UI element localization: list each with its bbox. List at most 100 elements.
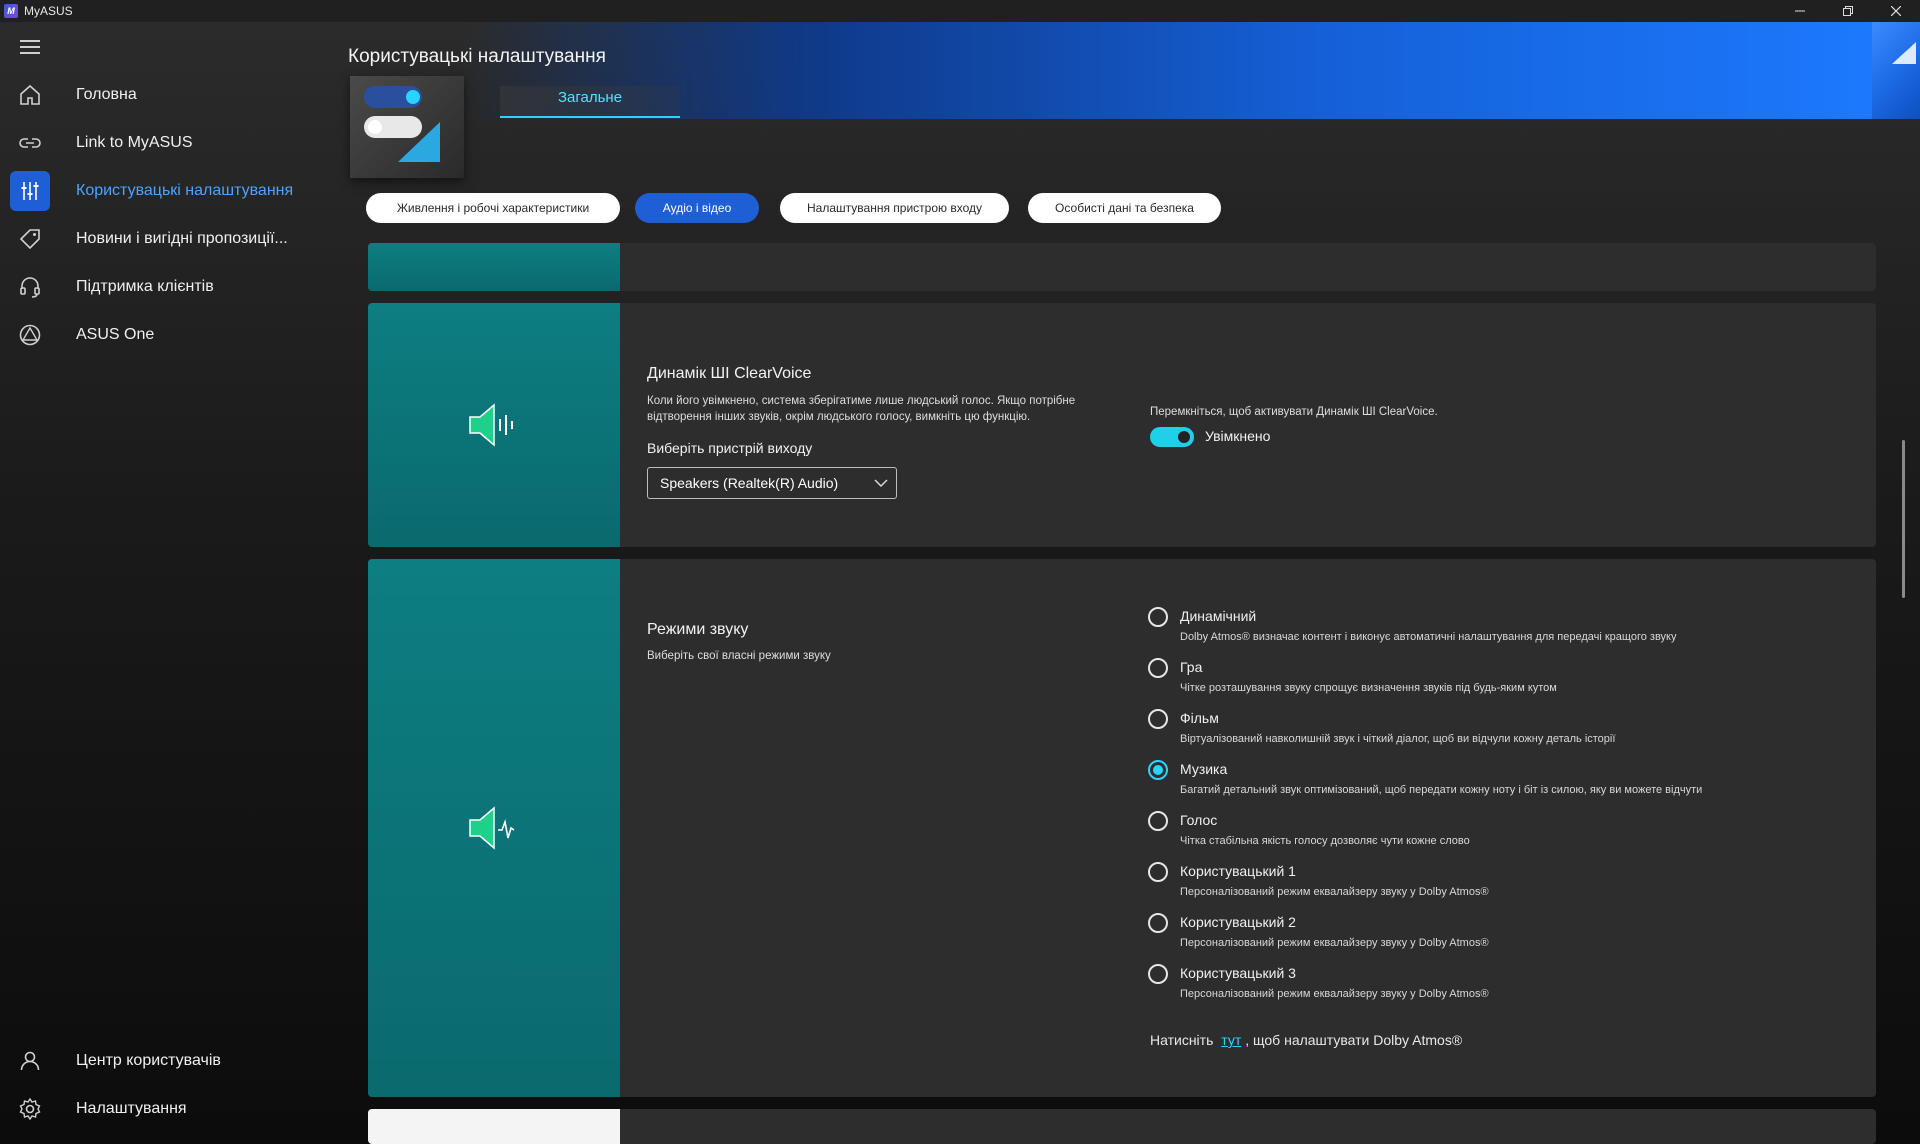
sidebar-item-home[interactable]: Головна xyxy=(10,74,310,116)
footer-prefix: Натисніть xyxy=(1150,1032,1214,1048)
page-title: Користувацькі налаштування xyxy=(348,46,606,67)
tag-icon xyxy=(10,219,50,259)
radio-desc: Чітке розташування звуку спрощує визначе… xyxy=(1180,682,1557,694)
customization-hero-icon xyxy=(350,76,464,178)
asus-one-icon xyxy=(10,315,50,355)
pill-label: Живлення і робочі характеристики xyxy=(396,201,590,215)
radio-label: Гра xyxy=(1180,659,1203,675)
radio-desc: Багатий детальний звук оптимізований, що… xyxy=(1180,784,1703,796)
clearvoice-toggle-hint: Перемкніться, щоб активувати Динамік ШІ … xyxy=(1150,406,1438,418)
radio-label: Голос xyxy=(1180,812,1218,828)
sidebar-item-label: Налаштування xyxy=(76,1100,187,1117)
clearvoice-card: Динамік ШІ ClearVoice Коли його увімкнен… xyxy=(368,303,1876,547)
minimize-button[interactable] xyxy=(1776,0,1824,22)
gear-icon xyxy=(10,1089,50,1129)
speaker-wave-icon xyxy=(469,806,515,850)
pill-input-device-settings[interactable]: Налаштування пристрою входу xyxy=(780,193,1009,223)
radio-label: Користувацький 2 xyxy=(1180,914,1296,930)
headset-icon xyxy=(10,267,50,307)
toggle-knob xyxy=(1178,431,1190,443)
radio-button-checked[interactable] xyxy=(1148,760,1168,780)
restore-icon xyxy=(1843,6,1853,16)
previous-card-teal-panel xyxy=(368,243,620,291)
sidebar-item-user-center[interactable]: Центр користувачів xyxy=(10,1040,310,1082)
sidebar-item-label: ASUS One xyxy=(76,326,155,343)
close-button[interactable] xyxy=(1872,0,1920,22)
window-controls xyxy=(1776,0,1920,22)
pill-power-performance[interactable]: Живлення і робочі характеристики xyxy=(366,193,620,223)
myasus-window: M MyASUS Головна Link to MyASUS Користув… xyxy=(0,0,1920,1144)
previous-feature-card xyxy=(368,243,1876,291)
output-device-select[interactable]: Speakers (Realtek(R) Audio) xyxy=(647,467,897,499)
radio-label: Динамічний xyxy=(1180,608,1257,624)
dolby-atmos-footer: Натисніть тут, щоб налаштувати Dolby Atm… xyxy=(1150,1032,1462,1048)
sidebar-item-customization[interactable]: Користувацькі налаштування xyxy=(10,170,310,212)
radio-button[interactable] xyxy=(1148,913,1168,933)
sidebar-item-label: Центр користувачів xyxy=(76,1052,221,1069)
title-bar: M MyASUS xyxy=(0,0,1920,22)
sidebar-item-label: Користувацькі налаштування xyxy=(76,182,294,199)
sound-modes-card: Режими звуку Виберіть свої власні режими… xyxy=(368,559,1876,1097)
radio-label: Фільм xyxy=(1180,710,1219,726)
link-icon xyxy=(10,123,50,163)
sidebar-item-label: Головна xyxy=(76,86,137,103)
speaker-voice-icon xyxy=(469,403,513,447)
pill-audio-video[interactable]: Аудіо і відео xyxy=(635,193,759,223)
radio-button[interactable] xyxy=(1148,811,1168,831)
sidebar-item-settings[interactable]: Налаштування xyxy=(10,1088,310,1130)
sidebar-item-news-deals[interactable]: Новини і вигідні пропозиції... xyxy=(10,218,310,260)
minimize-icon xyxy=(1795,10,1805,12)
sound-modes-title: Режими звуку xyxy=(647,621,749,638)
clearvoice-teal-panel xyxy=(368,303,620,547)
tab-general-label: Загальне xyxy=(557,89,623,106)
window-title: MyASUS xyxy=(24,4,73,18)
radio-desc: Віртуалізований навколишній звук і чітки… xyxy=(1180,733,1616,745)
radio-label: Користувацький 1 xyxy=(1180,863,1296,879)
header-corner-decoration xyxy=(1872,22,1920,119)
footer-suffix: , щоб налаштувати Dolby Atmos® xyxy=(1245,1032,1463,1048)
radio-label: Користувацький 3 xyxy=(1180,965,1296,981)
chevron-down-icon xyxy=(874,479,888,487)
next-feature-card xyxy=(368,1109,1876,1144)
clearvoice-desc-line1: Коли його увімкнено, система зберігатиме… xyxy=(647,395,1076,407)
sliders-icon xyxy=(10,171,50,211)
sidebar: Головна Link to MyASUS Користувацькі нал… xyxy=(0,22,330,1144)
sound-modes-teal-panel xyxy=(368,559,620,1097)
sidebar-item-link-to-myasus[interactable]: Link to MyASUS xyxy=(10,122,310,164)
output-device-value: Speakers (Realtek(R) Audio) xyxy=(660,475,839,491)
radio-button[interactable] xyxy=(1148,709,1168,729)
pill-label: Особисті дані та безпека xyxy=(1055,201,1194,215)
clearvoice-toggle-state: Увімкнено xyxy=(1205,428,1271,444)
radio-button[interactable] xyxy=(1148,658,1168,678)
radio-desc: Чітка стабільна якість голосу дозволяє ч… xyxy=(1180,835,1470,847)
clearvoice-toggle[interactable] xyxy=(1150,427,1194,447)
restore-button[interactable] xyxy=(1824,0,1872,22)
next-card-image-panel xyxy=(368,1109,620,1144)
sound-modes-desc: Виберіть свої власні режими звуку xyxy=(647,650,831,662)
radio-button[interactable] xyxy=(1148,607,1168,627)
clearvoice-title: Динамік ШІ ClearVoice xyxy=(647,365,812,382)
clearvoice-desc-line2: відтворення інших звуків, окрім людськог… xyxy=(647,411,1031,423)
radio-button[interactable] xyxy=(1148,964,1168,984)
sidebar-item-customer-support[interactable]: Підтримка клієнтів xyxy=(10,266,310,308)
dolby-atmos-link[interactable]: тут xyxy=(1221,1032,1241,1048)
radio-desc: Dolby Atmos® визначає контент і виконує … xyxy=(1180,631,1677,643)
vertical-scrollbar-thumb[interactable] xyxy=(1902,440,1905,598)
close-icon xyxy=(1891,6,1901,16)
tab-underline xyxy=(500,116,680,118)
pill-privacy-security[interactable]: Особисті дані та безпека xyxy=(1028,193,1221,223)
tab-general[interactable]: Загальне xyxy=(500,86,680,118)
user-icon xyxy=(10,1041,50,1081)
radio-desc: Персоналізований режим еквалайзеру звуку… xyxy=(1180,988,1489,1000)
corner-arrow-icon xyxy=(1892,42,1916,64)
pill-label: Аудіо і відео xyxy=(662,201,732,215)
output-device-label: Виберіть пристрій виходу xyxy=(647,440,813,456)
radio-label: Музика xyxy=(1180,761,1228,777)
sidebar-item-label: Link to MyASUS xyxy=(76,134,193,151)
hamburger-menu-icon[interactable] xyxy=(20,40,40,58)
radio-button[interactable] xyxy=(1148,862,1168,882)
sidebar-item-label: Підтримка клієнтів xyxy=(76,278,214,295)
sidebar-item-asus-one[interactable]: ASUS One xyxy=(10,314,310,356)
home-icon xyxy=(10,75,50,115)
pill-label: Налаштування пристрою входу xyxy=(807,201,982,215)
